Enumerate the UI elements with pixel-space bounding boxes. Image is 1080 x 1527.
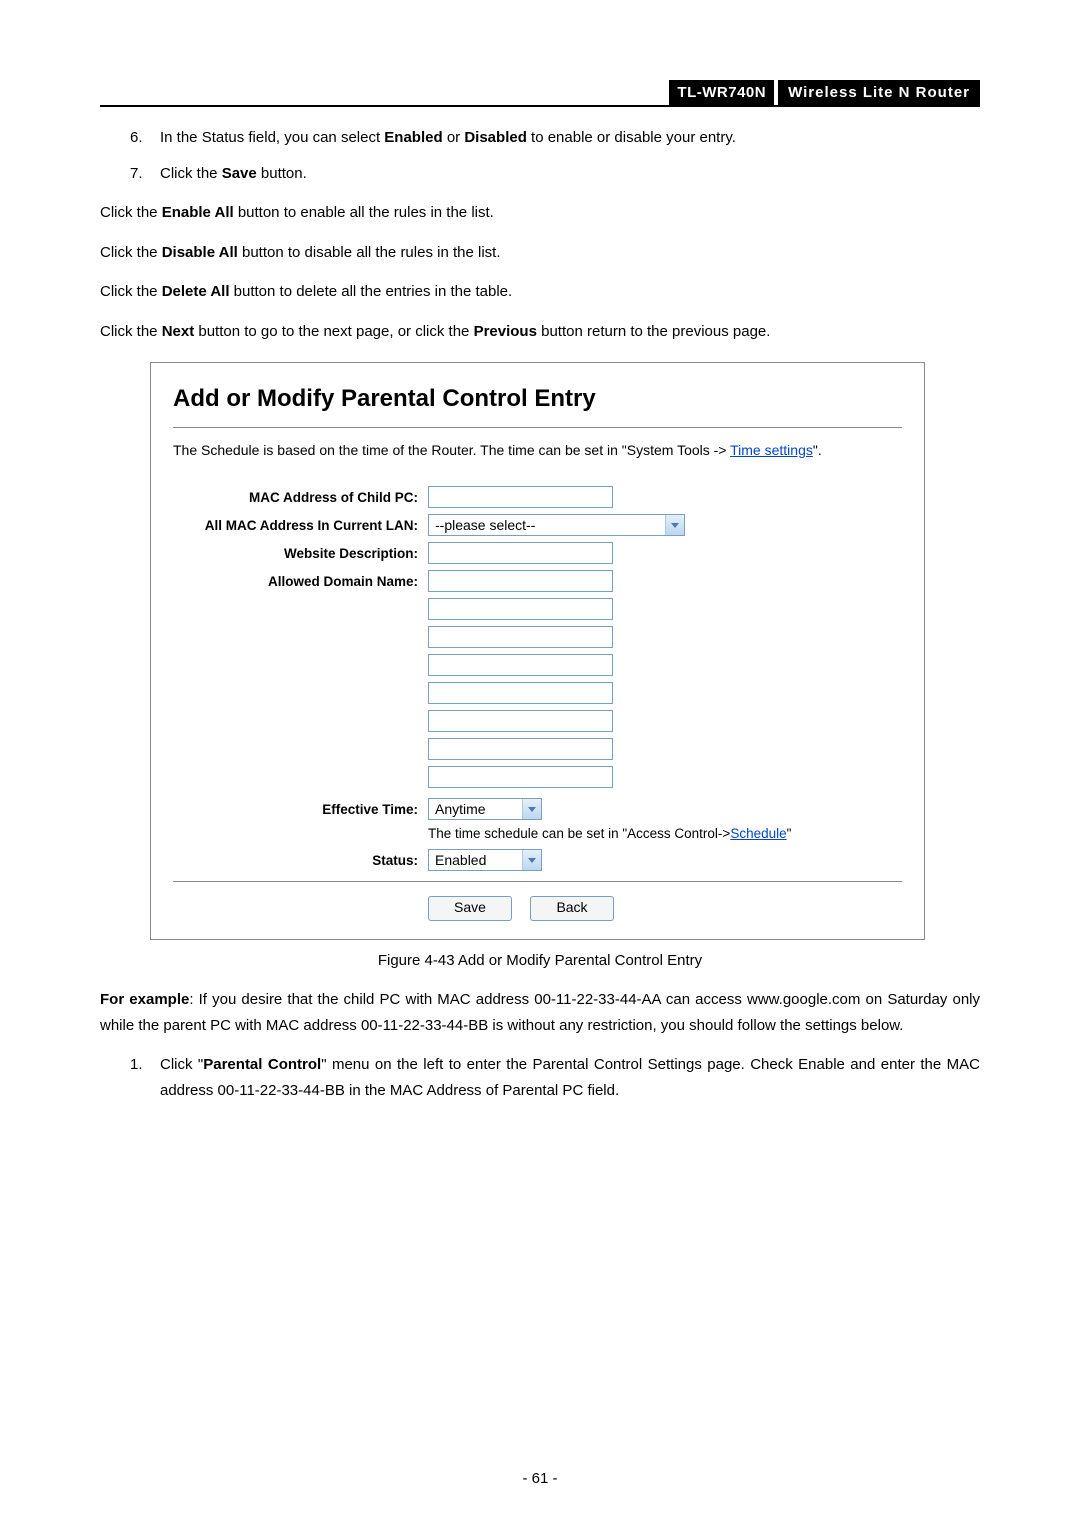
row-mac-child: MAC Address of Child PC:: [173, 486, 902, 508]
text: to enable or disable your entry.: [527, 129, 736, 146]
bold-next: Next: [162, 323, 195, 340]
step-text: In the Status field, you can select Enab…: [160, 125, 736, 151]
text: button.: [257, 165, 307, 182]
text: button to enable all the rules in the li…: [234, 204, 494, 221]
text: Click ": [160, 1056, 203, 1073]
select-value: --please select--: [429, 515, 665, 535]
select-value: Enabled: [429, 850, 522, 870]
divider: [173, 881, 902, 882]
text: Click the: [100, 323, 162, 340]
bold-parental-control: Parental Control: [203, 1056, 321, 1073]
input-allowed-domain-5[interactable]: [428, 682, 613, 704]
row-allowed-domain-7: [173, 738, 902, 760]
row-status: Status: Enabled: [173, 849, 902, 871]
divider: [173, 427, 902, 428]
row-allowed-domain-6: [173, 710, 902, 732]
para-example: For example: If you desire that the chil…: [100, 987, 980, 1038]
para-nav: Click the Next button to go to the next …: [100, 319, 980, 345]
text: Click the: [160, 165, 222, 182]
chevron-down-icon: [522, 850, 541, 870]
input-allowed-domain-1[interactable]: [428, 570, 613, 592]
page-number: - 61 -: [0, 1470, 1080, 1487]
text: button return to the previous page.: [537, 323, 771, 340]
bold-for-example: For example: [100, 991, 189, 1008]
input-allowed-domain-4[interactable]: [428, 654, 613, 676]
label-allowed-domain: Allowed Domain Name:: [173, 574, 428, 589]
text: The Schedule is based on the time of the…: [173, 442, 730, 458]
bold-save: Save: [222, 165, 257, 182]
text: button to disable all the rules in the l…: [238, 244, 501, 261]
chevron-down-icon: [522, 799, 541, 819]
bold-previous: Previous: [474, 323, 537, 340]
row-all-mac: All MAC Address In Current LAN: --please…: [173, 514, 902, 536]
text: Click the: [100, 244, 162, 261]
header-model: TL-WR740N: [669, 80, 774, 105]
label-mac-child: MAC Address of Child PC:: [173, 490, 428, 505]
para-enable-all: Click the Enable All button to enable al…: [100, 200, 980, 226]
text: The time schedule can be set in "Access …: [428, 826, 730, 841]
row-allowed-domain-1: Allowed Domain Name:: [173, 570, 902, 592]
step-text: Click "Parental Control" menu on the lef…: [160, 1052, 980, 1103]
step-number: 7.: [130, 161, 160, 187]
chevron-down-icon: [665, 515, 684, 535]
input-allowed-domain-3[interactable]: [428, 626, 613, 648]
schedule-link[interactable]: Schedule: [730, 826, 786, 841]
time-settings-link[interactable]: Time settings: [730, 442, 813, 458]
button-row: Save Back: [173, 896, 902, 921]
bold-disabled: Disabled: [464, 129, 527, 146]
figure-parental-control-entry: Add or Modify Parental Control Entry The…: [150, 362, 925, 940]
row-allowed-domain-2: [173, 598, 902, 620]
figure-caption: Figure 4-43 Add or Modify Parental Contr…: [100, 952, 980, 969]
header-desc: Wireless Lite N Router: [778, 80, 980, 105]
select-status[interactable]: Enabled: [428, 849, 542, 871]
row-website-desc: Website Description:: [173, 542, 902, 564]
page-header: TL-WR740N Wireless Lite N Router: [100, 80, 980, 107]
text: Click the: [100, 283, 162, 300]
text: ".: [813, 442, 822, 458]
input-allowed-domain-7[interactable]: [428, 738, 613, 760]
input-allowed-domain-6[interactable]: [428, 710, 613, 732]
row-allowed-domain-8: [173, 766, 902, 788]
step-6: 6. In the Status field, you can select E…: [130, 125, 980, 151]
schedule-hint: The time schedule can be set in "Access …: [428, 826, 791, 841]
select-all-mac[interactable]: --please select--: [428, 514, 685, 536]
bold-delete-all: Delete All: [162, 283, 230, 300]
figure-note: The Schedule is based on the time of the…: [173, 442, 902, 458]
label-effective-time: Effective Time:: [173, 802, 428, 817]
text: ": [787, 826, 792, 841]
select-value: Anytime: [429, 799, 522, 819]
row-allowed-domain-3: [173, 626, 902, 648]
label-website-desc: Website Description:: [173, 546, 428, 561]
input-allowed-domain-2[interactable]: [428, 598, 613, 620]
row-allowed-domain-5: [173, 682, 902, 704]
text: or: [443, 129, 465, 146]
text: : If you desire that the child PC with M…: [100, 991, 980, 1034]
step-7: 7. Click the Save button.: [130, 161, 980, 187]
row-allowed-domain-4: [173, 654, 902, 676]
text: button to delete all the entries in the …: [230, 283, 513, 300]
text: In the Status field, you can select: [160, 129, 384, 146]
input-mac-child[interactable]: [428, 486, 613, 508]
back-button[interactable]: Back: [530, 896, 614, 921]
step-text: Click the Save button.: [160, 161, 307, 187]
para-delete-all: Click the Delete All button to delete al…: [100, 279, 980, 305]
row-effective-time: Effective Time: Anytime: [173, 798, 902, 820]
step-number: 6.: [130, 125, 160, 151]
bold-disable-all: Disable All: [162, 244, 238, 261]
save-button[interactable]: Save: [428, 896, 512, 921]
figure-title: Add or Modify Parental Control Entry: [173, 385, 902, 413]
label-all-mac: All MAC Address In Current LAN:: [173, 518, 428, 533]
label-status: Status:: [173, 853, 428, 868]
bold-enable-all: Enable All: [162, 204, 234, 221]
input-website-desc[interactable]: [428, 542, 613, 564]
text: Click the: [100, 204, 162, 221]
input-allowed-domain-8[interactable]: [428, 766, 613, 788]
bold-enabled: Enabled: [384, 129, 442, 146]
step-bottom-1: 1. Click "Parental Control" menu on the …: [130, 1052, 980, 1103]
select-effective-time[interactable]: Anytime: [428, 798, 542, 820]
step-number: 1.: [130, 1052, 160, 1103]
para-disable-all: Click the Disable All button to disable …: [100, 240, 980, 266]
text: button to go to the next page, or click …: [194, 323, 473, 340]
row-schedule-hint: The time schedule can be set in "Access …: [173, 826, 902, 841]
